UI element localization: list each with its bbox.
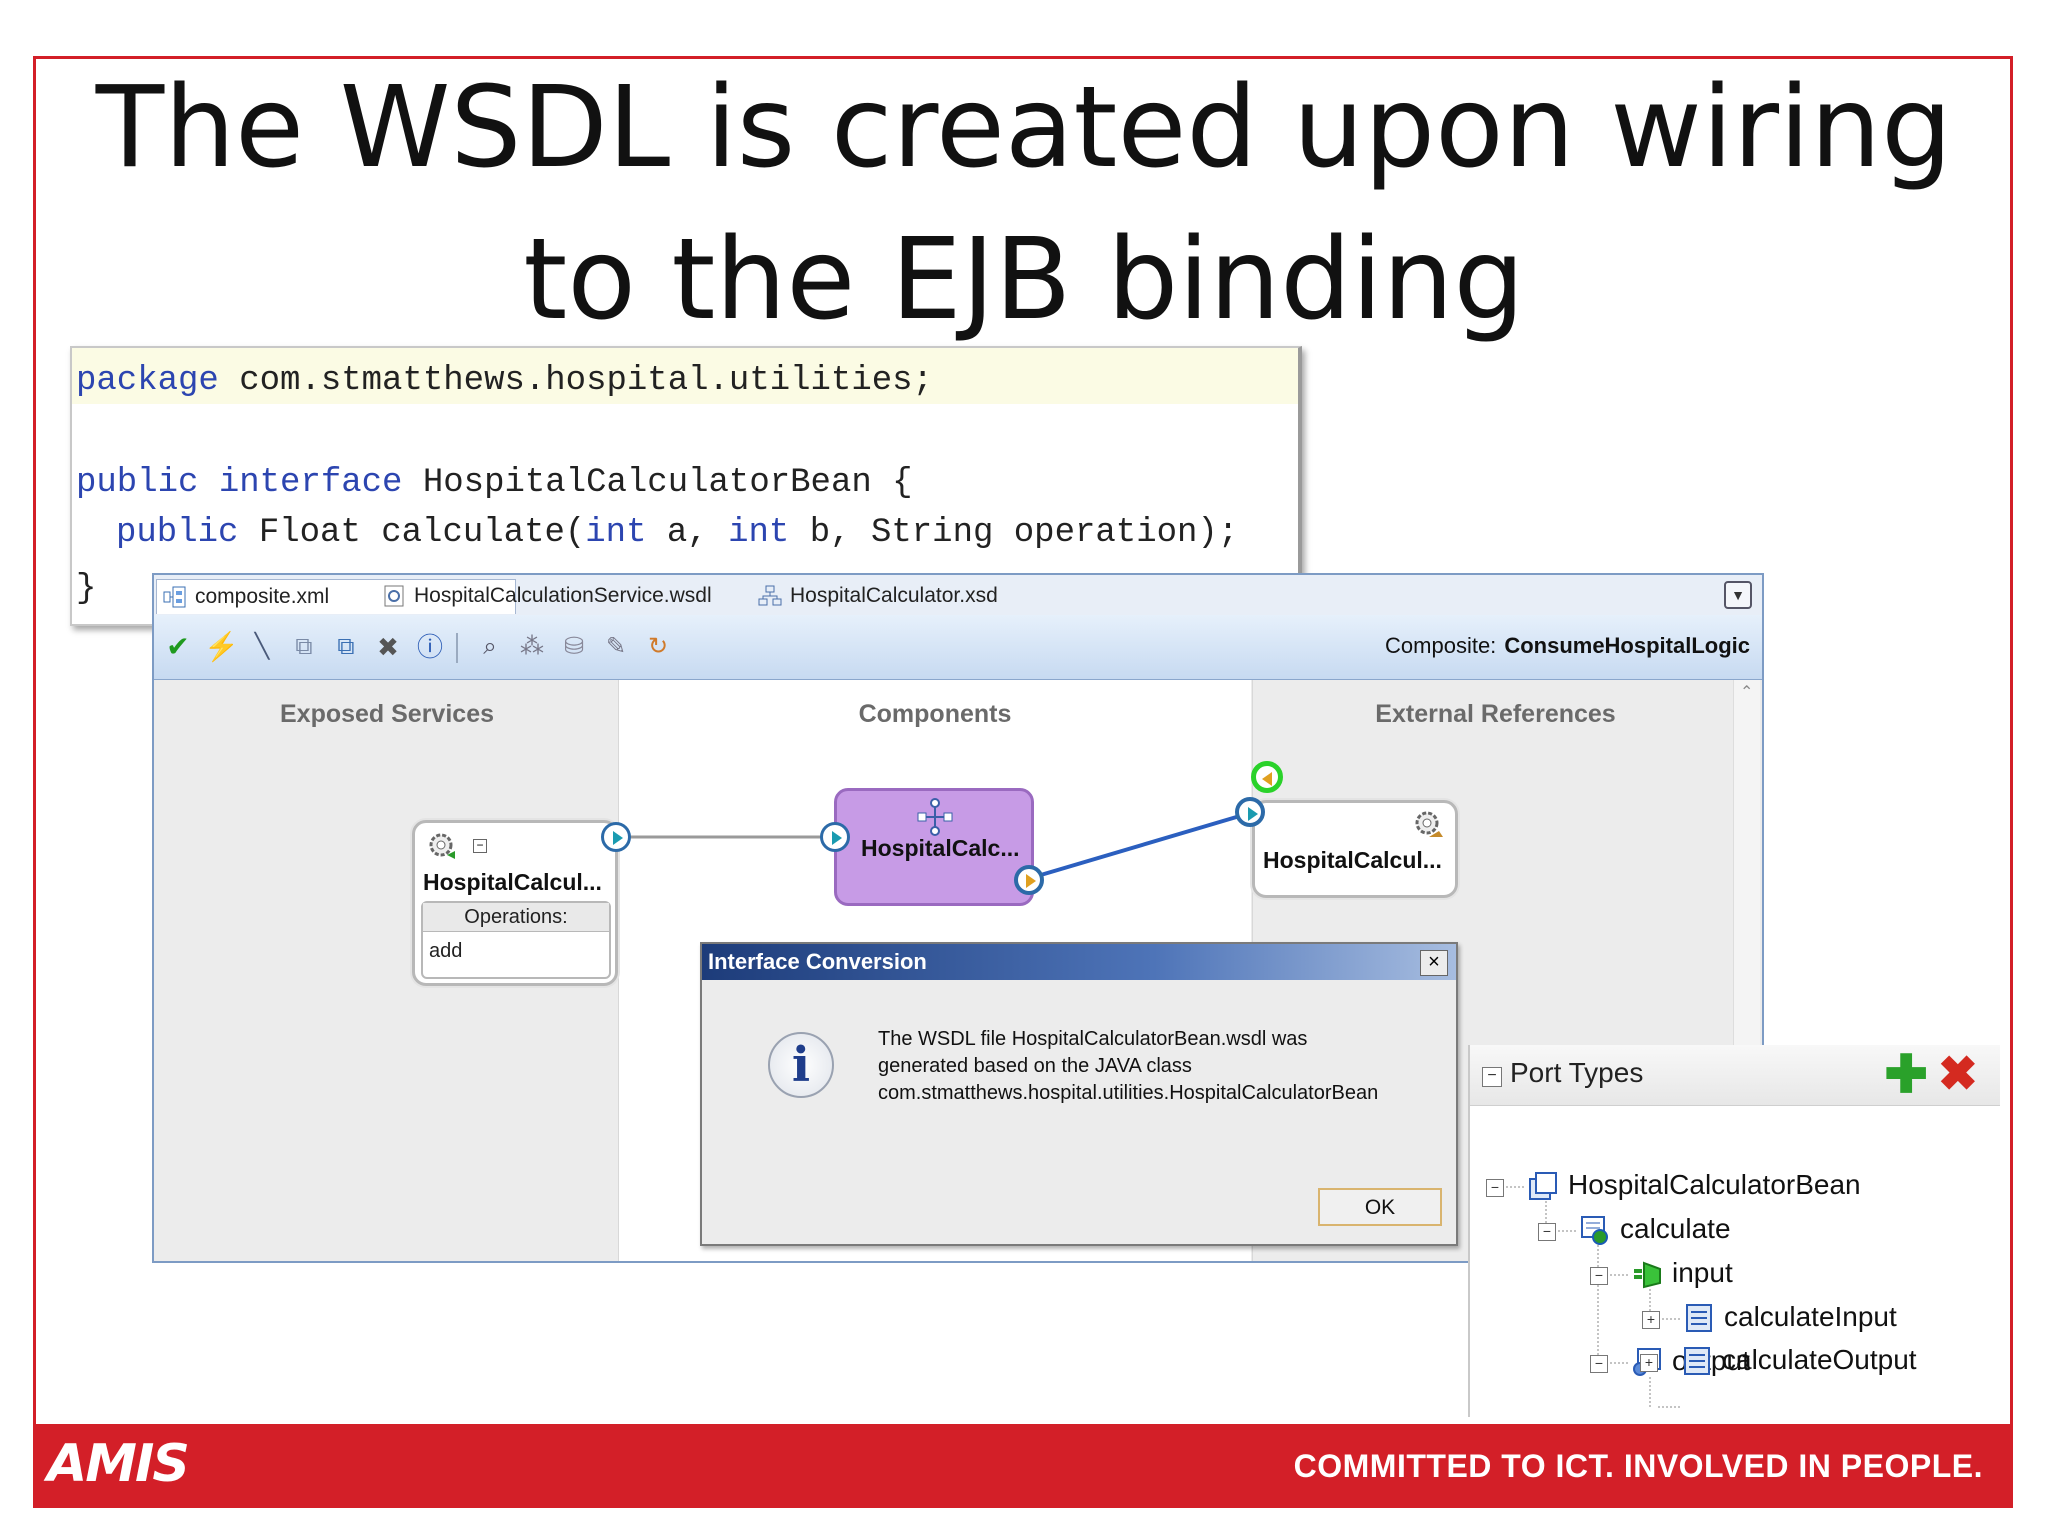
operation-add[interactable]: add <box>423 932 609 970</box>
service-gear-icon <box>429 833 455 859</box>
ok-button[interactable]: OK <box>1318 1188 1442 1226</box>
operations-label: Operations: <box>423 903 609 932</box>
slide-footer: AMIS COMMITTED TO ICT. INVOLVED IN PEOPL… <box>33 1424 2013 1508</box>
process-flow-icon <box>917 798 953 836</box>
dialog-title: Interface Conversion <box>702 944 1456 980</box>
collapse-root-icon[interactable]: − <box>1486 1179 1504 1197</box>
component-service-port-icon[interactable] <box>820 822 850 852</box>
message-part-icon <box>1686 1304 1712 1332</box>
code-line-method: public Float calculate(int a, int b, Str… <box>116 514 1239 552</box>
tree-node-input[interactable]: input <box>1672 1257 1733 1289</box>
info-icon: i <box>768 1032 834 1098</box>
port-type-icon <box>1529 1172 1557 1200</box>
expand-input-message-icon[interactable]: + <box>1642 1311 1660 1329</box>
footer-tagline: COMMITTED TO ICT. INVOLVED IN PEOPLE. <box>1293 1448 1983 1484</box>
operation-icon <box>1581 1216 1608 1245</box>
slide-title-line-2: to the EJB binding <box>523 215 1525 345</box>
component-to-reference-wire[interactable] <box>1033 811 1251 879</box>
operations-box: Operations: add <box>421 901 611 979</box>
external-reference-node[interactable]: HospitalCalcul... <box>1252 800 1458 898</box>
code-line-close: } <box>76 570 97 608</box>
exposed-service-node[interactable]: − HospitalCalcul... Operations: add <box>412 820 618 986</box>
tree-node-calculate-output[interactable]: calculateOutput <box>1722 1344 1917 1376</box>
reference-gear-icon <box>1415 811 1443 837</box>
tree-node-hospital-calculator-bean[interactable]: HospitalCalculatorBean <box>1568 1169 1861 1201</box>
service-port-icon[interactable] <box>601 822 631 852</box>
amis-logo: AMIS <box>47 1434 190 1494</box>
collapse-icon[interactable]: − <box>473 839 487 853</box>
exposed-service-name: HospitalCalcul... <box>423 869 602 895</box>
close-icon[interactable]: × <box>1420 950 1448 976</box>
interface-conversion-dialog: Interface Conversion × i The WSDL file H… <box>700 942 1458 1246</box>
input-message-icon <box>1634 1261 1661 1289</box>
reference-port-icon[interactable] <box>1235 797 1265 827</box>
component-reference-port-icon[interactable] <box>1014 865 1044 895</box>
expand-output-message-icon[interactable]: + <box>1640 1354 1658 1372</box>
message-part-icon <box>1684 1347 1710 1375</box>
bpel-component-node[interactable]: HospitalCalc... <box>834 788 1034 906</box>
dialog-message: The WSDL file HospitalCalculatorBean.wsd… <box>878 1028 1379 1104</box>
collapse-icon[interactable]: − <box>1482 1067 1502 1087</box>
external-reference-name: HospitalCalcul... <box>1263 847 1442 873</box>
collapse-input-icon[interactable]: − <box>1590 1267 1608 1285</box>
reference-callback-port-icon[interactable] <box>1251 761 1283 793</box>
port-types-title: Port Types <box>1510 1057 1644 1088</box>
tree-node-calculate[interactable]: calculate <box>1620 1213 1731 1245</box>
component-name: HospitalCalc... <box>861 835 1020 861</box>
delete-icon[interactable]: ✖ <box>1938 1051 1978 1099</box>
slide-title-line-1: The WSDL is created upon wiring <box>95 63 1953 193</box>
add-icon[interactable]: ✚ <box>1884 1049 1928 1101</box>
slide-title: The WSDL is created upon wiring to the E… <box>0 52 2048 356</box>
code-line-package: package com.stmatthews.hospital.utilitie… <box>76 362 933 400</box>
port-types-header: − Port Types ✚ ✖ <box>1470 1045 2000 1106</box>
code-line-interface: public interface HospitalCalculatorBean … <box>76 464 913 502</box>
collapse-operation-icon[interactable]: − <box>1538 1223 1556 1241</box>
collapse-output-icon[interactable]: − <box>1590 1355 1608 1373</box>
tree-node-calculate-input[interactable]: calculateInput <box>1724 1301 1897 1333</box>
